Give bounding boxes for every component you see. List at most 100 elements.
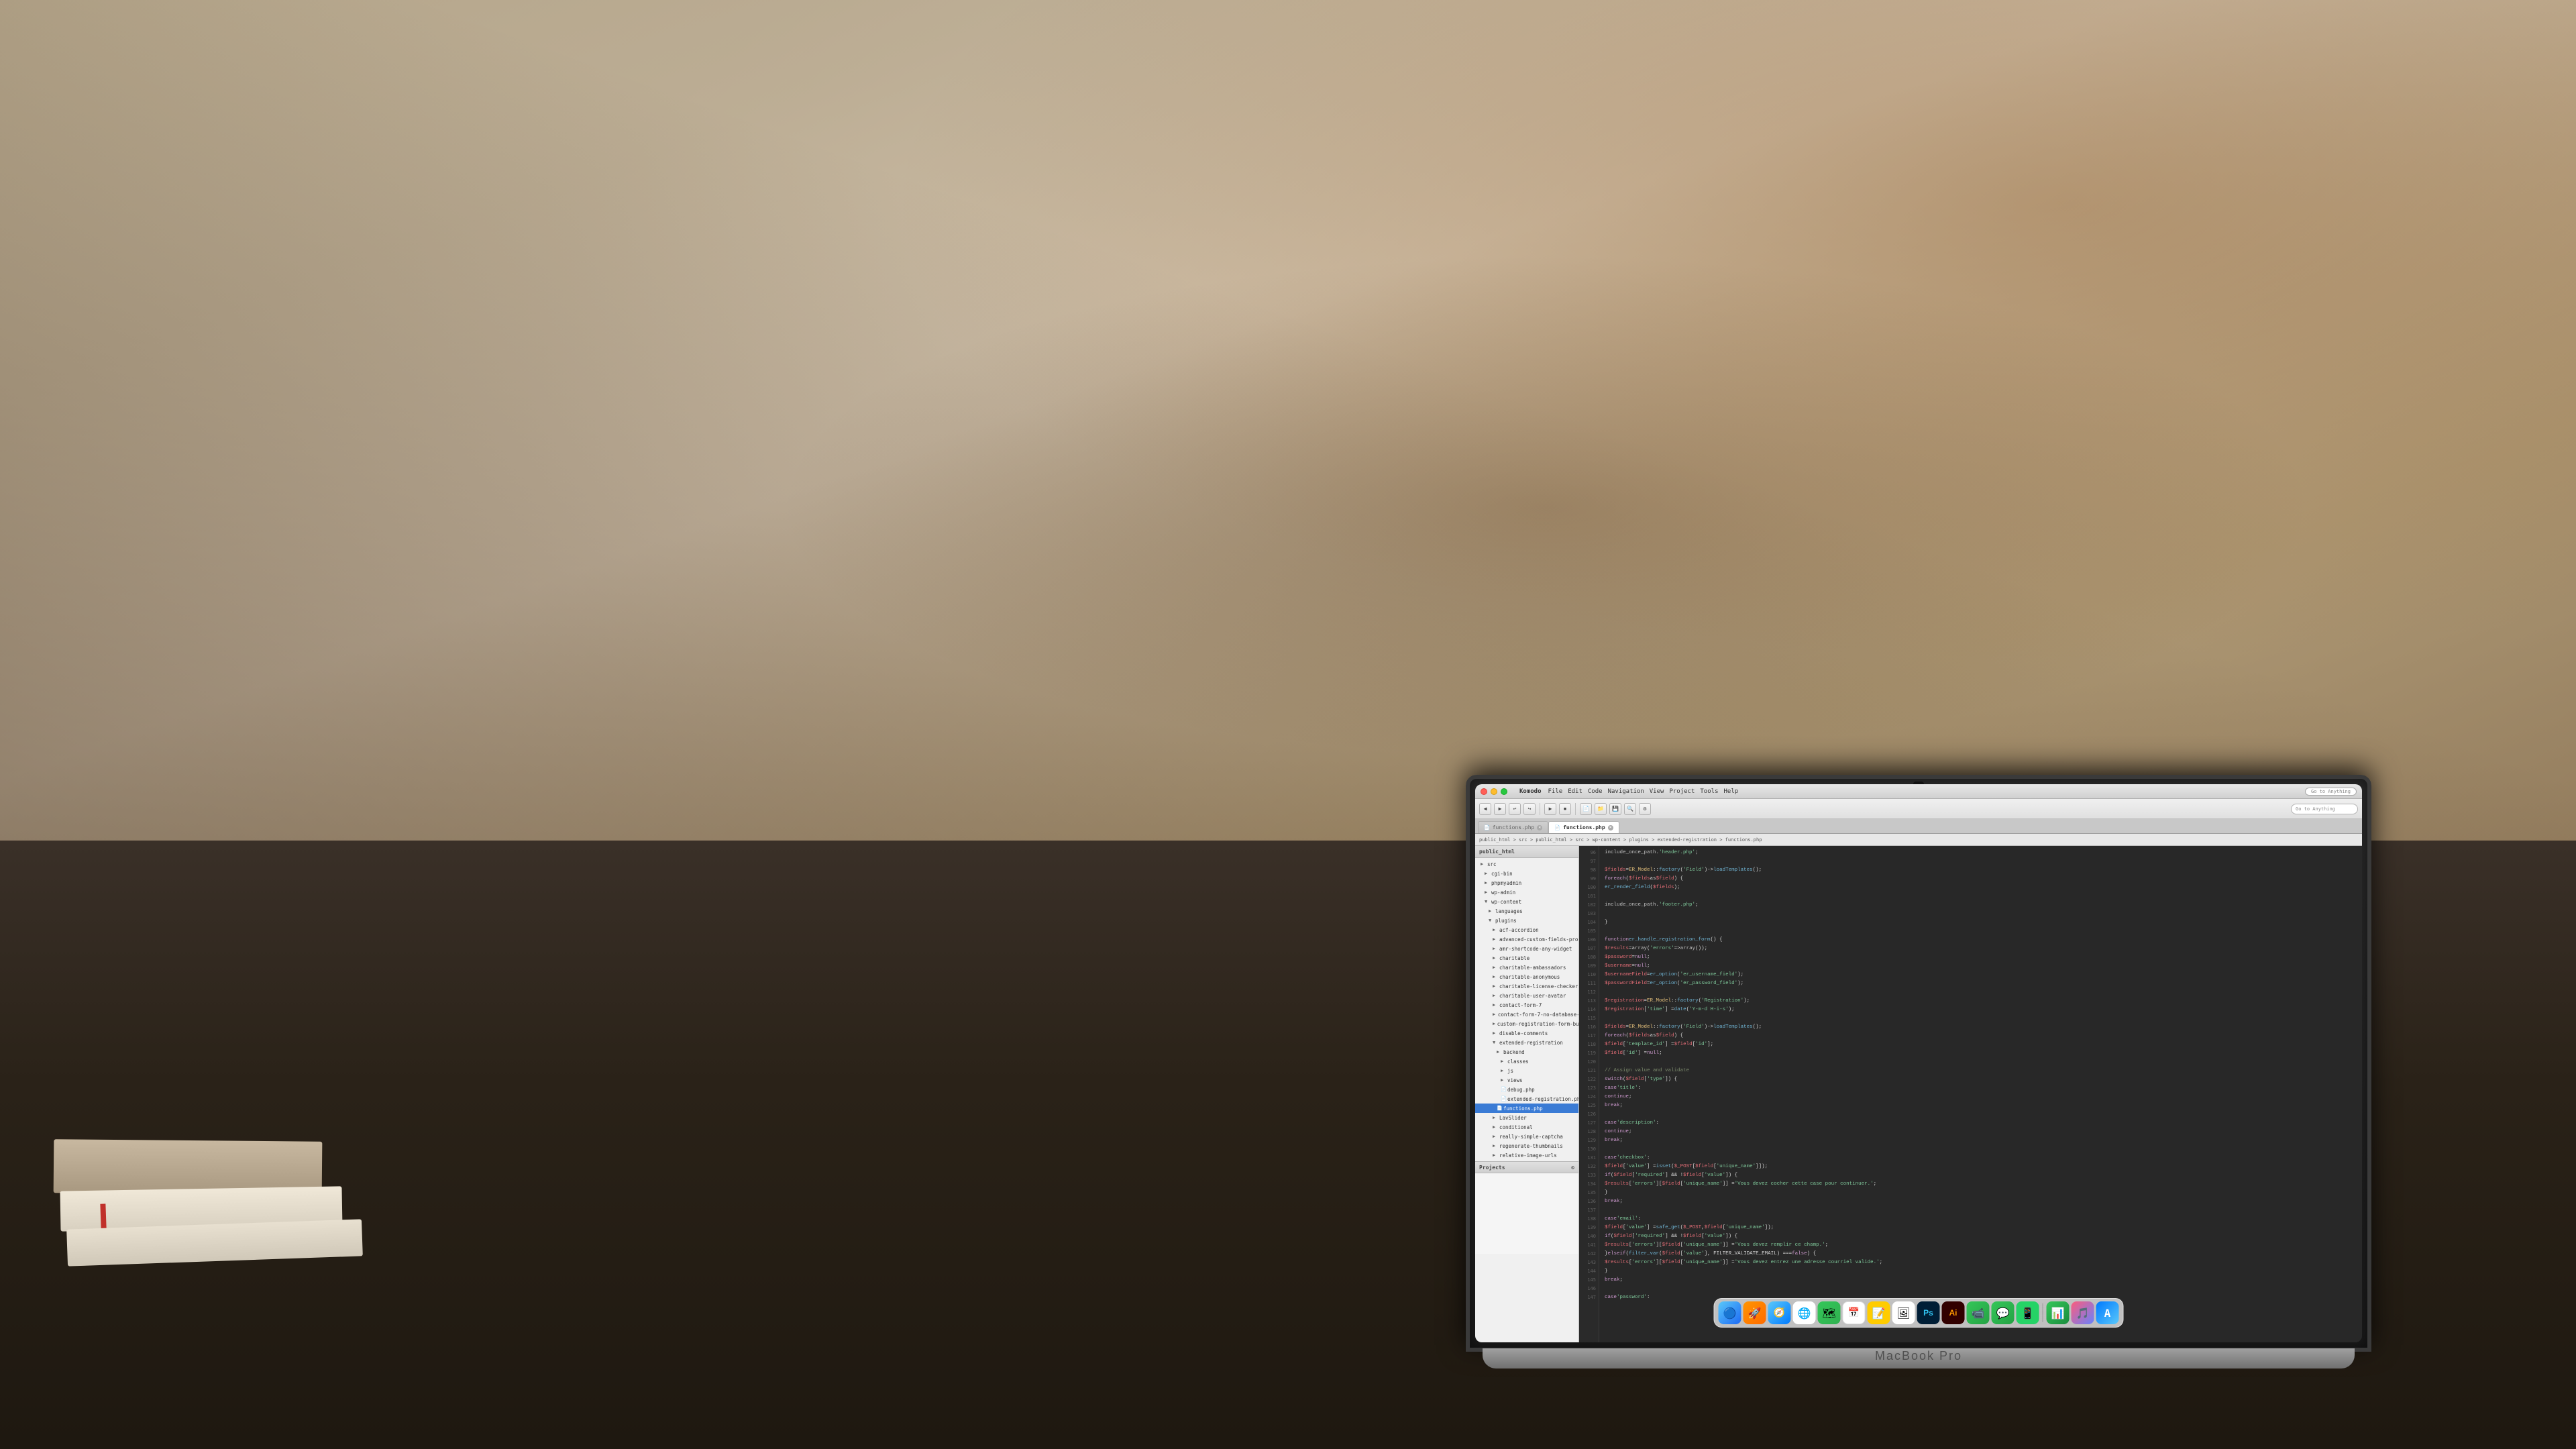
tree-item-lavslider[interactable]: ▶ LavSlider: [1475, 1113, 1578, 1122]
dock-item-safari[interactable]: 🧭: [1768, 1301, 1791, 1324]
menu-help[interactable]: Help: [1723, 788, 1738, 795]
projects-settings-icon[interactable]: ⚙: [1571, 1165, 1574, 1171]
tree-item-views[interactable]: ▶ views: [1475, 1075, 1578, 1085]
dock-item-notes[interactable]: 📝: [1868, 1301, 1890, 1324]
dock-item-finder[interactable]: 🔵: [1719, 1301, 1741, 1324]
tree-item-charitable-license[interactable]: ▶ charitable-license-checker: [1475, 981, 1578, 991]
run-button[interactable]: ▶: [1544, 803, 1556, 815]
tree-item-charitable-ambassadors[interactable]: ▶ charitable-ambassadors: [1475, 963, 1578, 972]
tree-item-disable-comments[interactable]: ▶ disable-comments: [1475, 1028, 1578, 1038]
tree-item-cgi[interactable]: ▶ cgi-bin: [1475, 869, 1578, 878]
tree-label: disable-comments: [1499, 1030, 1548, 1036]
tree-item-cf7-nodb[interactable]: ▶ contact-form-7-no-database-extension: [1475, 1010, 1578, 1019]
open-folder-button[interactable]: 📁: [1595, 803, 1607, 815]
tree-label: plugins: [1495, 918, 1517, 924]
tree-item-functions-php[interactable]: 📄 functions.php: [1475, 1104, 1578, 1113]
new-file-button[interactable]: 📄: [1580, 803, 1592, 815]
search-bar[interactable]: Go to Anything: [2305, 788, 2357, 796]
dock-item-facetime[interactable]: 📹: [1967, 1301, 1990, 1324]
code-line-138: case 'email':: [1605, 1215, 2357, 1224]
code-line-100: er_render_field($fields);: [1605, 883, 2357, 892]
code-line-139: $field['value'] = safe_get($_POST, $fiel…: [1605, 1224, 2357, 1232]
tree-label: charitable-license-checker: [1499, 983, 1578, 989]
tree-item-extended-reg[interactable]: ▼ extended-registration: [1475, 1038, 1578, 1047]
chevron-icon: ▶: [1481, 861, 1486, 867]
tree-item-charitable[interactable]: ▶ charitable: [1475, 953, 1578, 963]
tree-item-js[interactable]: ▶ js: [1475, 1066, 1578, 1075]
menu-navigation[interactable]: Navigation: [1608, 788, 1644, 795]
tree-item-wpcontent[interactable]: ▼ wp-content: [1475, 897, 1578, 906]
tree-item-plugins[interactable]: ▼ plugins: [1475, 916, 1578, 925]
dock-item-messages[interactable]: 💬: [1992, 1301, 2015, 1324]
dock-item-photoshop[interactable]: Ps: [1917, 1301, 1940, 1324]
menu-file[interactable]: File: [1548, 788, 1563, 795]
tree-item-acfpro[interactable]: ▶ advanced-custom-fields-pro: [1475, 934, 1578, 944]
menu-project[interactable]: Project: [1669, 788, 1695, 795]
chevron-icon: ▶: [1493, 1143, 1498, 1148]
tab-1[interactable]: 📄 functions.php ×: [1478, 821, 1548, 833]
tab-close-2[interactable]: ×: [1608, 825, 1613, 830]
code-editor[interactable]: 96979899100 101102103104105 106107108109…: [1579, 846, 2362, 1342]
code-line-122: switch ($field['type']) {: [1605, 1075, 2357, 1084]
undo-button[interactable]: ↩: [1509, 803, 1521, 815]
dock-item-appstore[interactable]: A: [2096, 1301, 2119, 1324]
dock-item-illustrator[interactable]: Ai: [1942, 1301, 1965, 1324]
dock-item-numbers[interactable]: 📊: [2047, 1301, 2070, 1324]
tree-item-captcha[interactable]: ▶ really-simple-captcha: [1475, 1132, 1578, 1141]
forward-button[interactable]: ▶: [1494, 803, 1506, 815]
tree-item-custom-reg[interactable]: ▶ custom-registration-form-builder-with-…: [1475, 1019, 1578, 1028]
chevron-icon: ▶: [1485, 890, 1490, 895]
minimize-button[interactable]: [1491, 788, 1497, 795]
tree-item-extended-reg-php[interactable]: 📄 extended-registration.php: [1475, 1094, 1578, 1104]
dock-item-whatsapp[interactable]: 📱: [2017, 1301, 2039, 1324]
dock: 🔵 🚀 🧭 🌐 🗺: [1714, 1298, 2124, 1328]
redo-button[interactable]: ↪: [1523, 803, 1536, 815]
tree-item-backend[interactable]: ▶ backend: [1475, 1047, 1578, 1057]
code-line-98: $fields = ER_Model::factory('Field')->lo…: [1605, 866, 2357, 875]
chevron-icon: ▶: [1497, 1049, 1502, 1055]
tree-item-relative[interactable]: ▶ relative-image-urls: [1475, 1150, 1578, 1160]
save-button[interactable]: 💾: [1609, 803, 1621, 815]
stop-button[interactable]: ⏹: [1559, 803, 1571, 815]
dock-item-launchpad[interactable]: 🚀: [1743, 1301, 1766, 1324]
menu-view[interactable]: View: [1650, 788, 1664, 795]
close-button[interactable]: [1481, 788, 1487, 795]
projects-panel: [1475, 1173, 1578, 1254]
maximize-button[interactable]: [1501, 788, 1507, 795]
tree-item-conditional[interactable]: ▶ conditional: [1475, 1122, 1578, 1132]
dock-item-music[interactable]: 🎵: [2072, 1301, 2094, 1324]
toolbar-search[interactable]: Go to Anything: [2291, 804, 2358, 814]
tree-item-acf[interactable]: ▶ acf-accordion: [1475, 925, 1578, 934]
tree-item-debug[interactable]: 📄 debug.php: [1475, 1085, 1578, 1094]
tree-label: amr-shortcode-any-widget: [1499, 946, 1572, 952]
tree-item-phpmyadmin[interactable]: ▶ phpmyadmin: [1475, 878, 1578, 888]
tree-item-charitable-avatar[interactable]: ▶ charitable-user-avatar: [1475, 991, 1578, 1000]
dock-item-chrome[interactable]: 🌐: [1793, 1301, 1816, 1324]
menu-tools[interactable]: Tools: [1700, 788, 1718, 795]
tree-item-charitable-anonymous[interactable]: ▶ charitable-anonymous: [1475, 972, 1578, 981]
tree-item-src[interactable]: ▶ src: [1475, 859, 1578, 869]
code-line-142: } elseif (filter_var($field['value'], FI…: [1605, 1250, 2357, 1258]
tree-item-classes[interactable]: ▶ classes: [1475, 1057, 1578, 1066]
tree-item-wpadmin[interactable]: ▶ wp-admin: [1475, 888, 1578, 897]
dock-item-calendar[interactable]: 📅: [1843, 1301, 1866, 1324]
menu-code[interactable]: Code: [1588, 788, 1603, 795]
chevron-icon: ▶: [1493, 983, 1498, 989]
code-line-107: $results = array('errors'=>array());: [1605, 945, 2357, 953]
tree-item-amr[interactable]: ▶ amr-shortcode-any-widget: [1475, 944, 1578, 953]
tab-close-1[interactable]: ×: [1537, 825, 1542, 830]
search-button[interactable]: 🔍: [1624, 803, 1636, 815]
menu-edit[interactable]: Edit: [1568, 788, 1582, 795]
chevron-icon: ▶: [1493, 1152, 1498, 1158]
tree-item-languages[interactable]: ▶ languages: [1475, 906, 1578, 916]
dock-item-photos[interactable]: 🖼: [1892, 1301, 1915, 1324]
tree-label: phpmyadmin: [1491, 880, 1521, 886]
tree-item-cf7[interactable]: ▶ contact-form-7: [1475, 1000, 1578, 1010]
back-button[interactable]: ◀: [1479, 803, 1491, 815]
settings-button[interactable]: ⚙: [1639, 803, 1651, 815]
tab-2[interactable]: 📄 functions.php ×: [1548, 821, 1619, 833]
tree-item-regen[interactable]: ▶ regenerate-thumbnails: [1475, 1141, 1578, 1150]
code-line-125: break;: [1605, 1102, 2357, 1110]
dock-item-maps[interactable]: 🗺: [1818, 1301, 1841, 1324]
code-lines[interactable]: include_once_path . 'header.php'; $field…: [1599, 846, 2362, 1342]
